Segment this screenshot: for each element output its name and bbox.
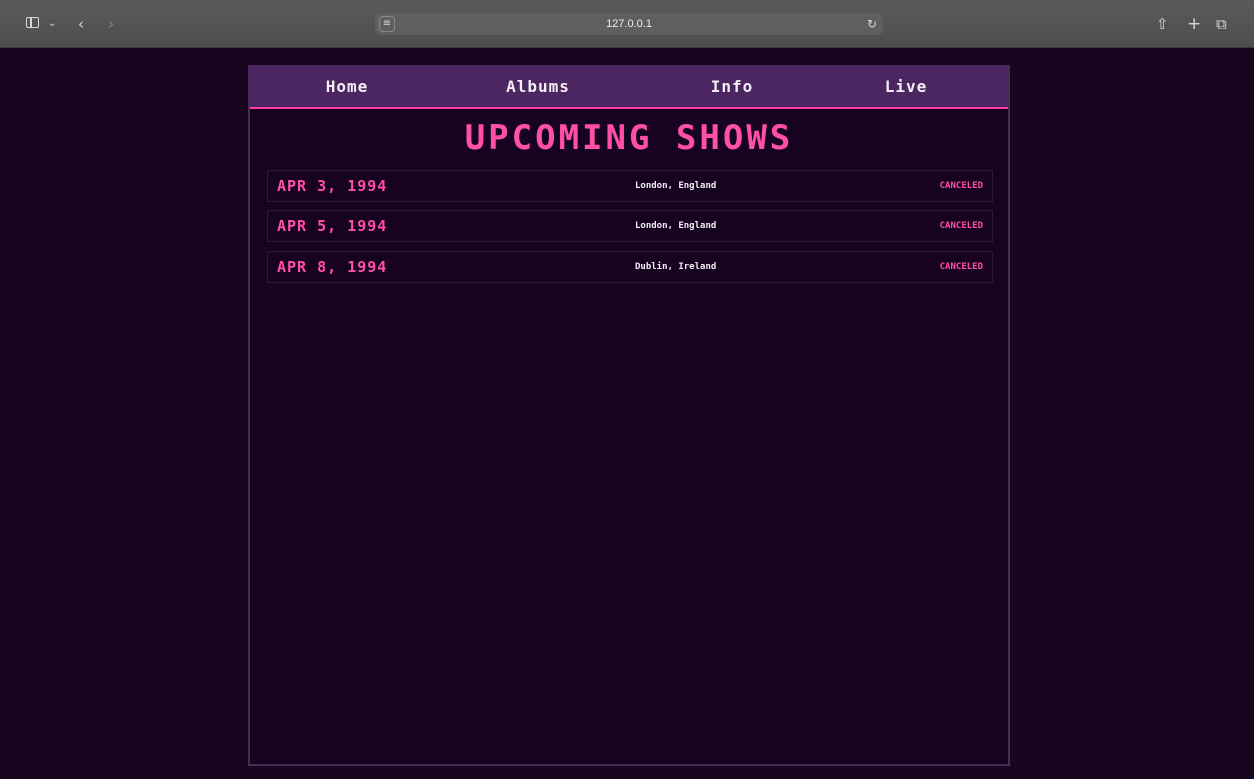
url-text: 127.0.0.1 (606, 18, 652, 30)
share-icon[interactable]: ⇧ (1156, 14, 1169, 34)
nav-home[interactable]: Home (287, 67, 407, 107)
page-title: UPCOMING SHOWS (464, 118, 794, 158)
show-row: APR 3, 1994 London, England CANCELED (267, 170, 993, 202)
show-location: London, England (635, 221, 717, 231)
browser-window: ⌄ ‹ › ≡ 127.0.0.1 ↻ ⇧ + ⧉ Home Albums In… (0, 0, 1254, 779)
address-bar[interactable]: ≡ 127.0.0.1 ↻ (375, 13, 883, 35)
show-date: APR 5, 1994 (277, 217, 388, 235)
nav-info[interactable]: Info (672, 67, 792, 107)
forward-icon[interactable]: › (108, 14, 114, 34)
tabs-overview-icon[interactable]: ⧉ (1216, 14, 1227, 34)
show-row: APR 8, 1994 Dublin, Ireland CANCELED (267, 251, 993, 283)
back-icon[interactable]: ‹ (78, 14, 84, 34)
nav-live[interactable]: Live (846, 67, 966, 107)
show-status: CANCELED (939, 262, 983, 272)
show-status: CANCELED (939, 221, 983, 231)
show-location: London, England (635, 181, 717, 191)
main-nav: Home Albums Info Live (250, 67, 1008, 109)
nav-albums[interactable]: Albums (478, 67, 598, 107)
chevron-down-icon[interactable]: ⌄ (48, 14, 56, 34)
show-location: Dublin, Ireland (635, 262, 717, 272)
reload-icon[interactable]: ↻ (867, 13, 877, 35)
show-row: APR 5, 1994 London, England CANCELED (267, 210, 993, 242)
show-date: APR 8, 1994 (277, 258, 388, 276)
new-tab-icon[interactable]: + (1187, 14, 1201, 34)
browser-toolbar: ⌄ ‹ › ≡ 127.0.0.1 ↻ ⇧ + ⧉ (0, 0, 1254, 48)
show-status: CANCELED (939, 181, 983, 191)
sidebar-icon[interactable] (26, 17, 39, 28)
show-date: APR 3, 1994 (277, 177, 388, 195)
page-container: Home Albums Info Live UPCOMING SHOWS APR… (248, 65, 1010, 766)
